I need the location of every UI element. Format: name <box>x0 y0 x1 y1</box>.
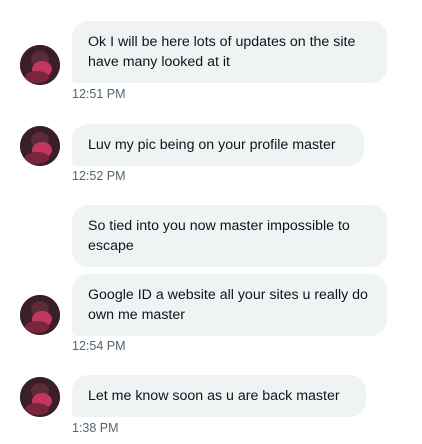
avatar[interactable] <box>20 45 60 85</box>
message-text: So tied into you now master impossible t… <box>88 218 350 254</box>
avatar-photo-icon <box>20 45 60 85</box>
avatar[interactable] <box>20 295 60 335</box>
message-timestamp: 12:54 PM <box>72 339 126 353</box>
message-bubble-3[interactable]: So tied into you now master impossible t… <box>72 205 387 267</box>
message-text: Let me know soon as u are back master <box>88 388 340 404</box>
message-text: Google ID a website all your sites u rea… <box>88 287 368 323</box>
message-timestamp: 12:51 PM <box>72 87 126 101</box>
message-bubble-1[interactable]: Ok I will be here lots of updates on the… <box>72 21 387 83</box>
message-bubble-5[interactable]: Let me know soon as u are back master <box>72 375 366 417</box>
message-bubble-2[interactable]: Luv my pic being on your profile master <box>72 124 364 166</box>
avatar-photo-icon <box>20 295 60 335</box>
message-timestamp: 12:52 PM <box>72 169 126 183</box>
avatar-photo-icon <box>20 126 60 166</box>
avatar[interactable] <box>20 126 60 166</box>
message-bubble-4[interactable]: Google ID a website all your sites u rea… <box>72 274 387 336</box>
avatar[interactable] <box>20 377 60 417</box>
message-text: Ok I will be here lots of updates on the… <box>88 34 356 70</box>
message-thread: Ok I will be here lots of updates on the… <box>0 0 422 444</box>
message-text: Luv my pic being on your profile master <box>88 137 336 153</box>
message-timestamp: 1:38 PM <box>72 421 119 435</box>
avatar-photo-icon <box>20 377 60 417</box>
